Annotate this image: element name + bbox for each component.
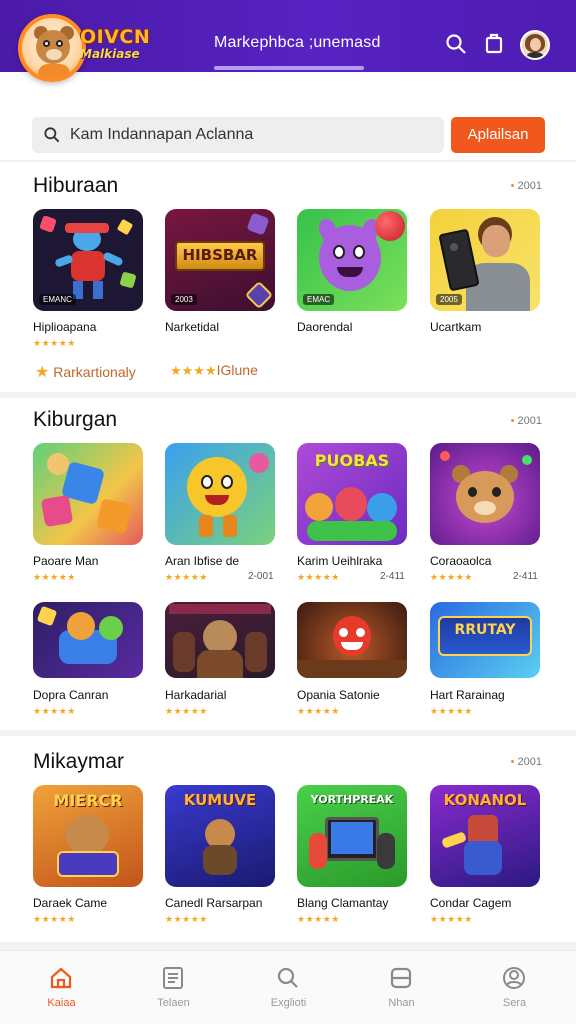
- avatar[interactable]: [520, 30, 550, 60]
- app-rating: ★★★★★: [33, 572, 76, 582]
- app-name[interactable]: Dopra Canran: [33, 688, 108, 702]
- app-icon-tile[interactable]: [33, 602, 143, 678]
- app-icon-tile[interactable]: EMANC: [33, 209, 143, 311]
- home-icon: [48, 965, 74, 991]
- search-icon[interactable]: [444, 32, 468, 56]
- nav-cards[interactable]: Nhan: [344, 951, 459, 1024]
- section-count: • 2001: [510, 415, 542, 427]
- app-rating: ★★★★★: [297, 914, 340, 924]
- nav-explore[interactable]: Exglioti: [231, 951, 346, 1024]
- search-button[interactable]: Aplailsan: [451, 117, 545, 153]
- section-title: Mikaymar: [33, 750, 125, 773]
- app-rating: ★★★★★: [430, 706, 473, 716]
- app-logo[interactable]: [18, 14, 86, 82]
- star-icon: ★: [35, 364, 50, 381]
- app-rating: ★★★★★: [165, 706, 208, 716]
- app-icon-tile[interactable]: HIBSBAR 2003: [165, 209, 275, 311]
- app-name[interactable]: Ucartkam: [430, 320, 481, 334]
- app-downloads: 2-411: [380, 571, 405, 582]
- app-rating: ★★★★★: [165, 572, 208, 582]
- list-icon: [160, 965, 186, 991]
- card-icon: [388, 965, 414, 991]
- app-rating: ★★★★★: [33, 338, 76, 348]
- app-name[interactable]: Opania Satonie: [297, 688, 380, 702]
- app-name[interactable]: Daorendal: [297, 320, 352, 334]
- app-name[interactable]: Blang Clamantay: [297, 896, 388, 910]
- section-count: • 2001: [510, 756, 542, 768]
- app-icon-tile[interactable]: [165, 443, 275, 545]
- app-icon-tile[interactable]: RRUTAY: [430, 602, 540, 678]
- rating-filter[interactable]: ★★★★IGlune: [170, 362, 258, 379]
- section-kiburgan: Kiburgan • 2001 PUOBAS Paoare Man ★★★★★ …: [0, 398, 576, 730]
- app-rating: ★★★★★: [297, 706, 340, 716]
- app-name[interactable]: Karim Ueihlraka: [297, 554, 382, 568]
- app-icon-tile[interactable]: [430, 443, 540, 545]
- featured-link[interactable]: ★ Rarkartionaly: [35, 362, 136, 382]
- app-icon-tile[interactable]: PUOBAS: [297, 443, 407, 545]
- app-icon-tile[interactable]: KONANOL: [430, 785, 540, 887]
- app-name[interactable]: Condar Cagem: [430, 896, 511, 910]
- app-icon-tile[interactable]: [297, 602, 407, 678]
- logo-wordmark: OIVCN Malkiase: [80, 26, 151, 61]
- search-icon: [42, 125, 62, 145]
- app-name[interactable]: Hiplioapana: [33, 320, 96, 334]
- app-icon-tile[interactable]: [165, 602, 275, 678]
- app-name[interactable]: Daraek Came: [33, 896, 107, 910]
- app-name[interactable]: Coraoaolca: [430, 554, 491, 568]
- app-name[interactable]: Hart Rarainag: [430, 688, 505, 702]
- search-icon: [275, 965, 301, 991]
- active-tab-indicator: [214, 66, 364, 70]
- nav-list[interactable]: Telaen: [116, 951, 231, 1024]
- page-title-tab[interactable]: Markephbca ;unemasd: [214, 34, 381, 52]
- app-name[interactable]: Narketidal: [165, 320, 219, 334]
- app-icon-tile[interactable]: [33, 443, 143, 545]
- app-rating: ★★★★★: [297, 572, 340, 582]
- section-hiburaan: Hiburaan • 2001 EMANC HIBSBAR 2003 EMAC: [0, 162, 576, 392]
- bottom-navigation: Kaiaa Telaen Exglioti Nhan Sera: [0, 950, 576, 1024]
- nav-home[interactable]: Kaiaa: [4, 951, 119, 1024]
- app-name[interactable]: Paoare Man: [33, 554, 98, 568]
- app-icon-tile[interactable]: KUMUVE: [165, 785, 275, 887]
- bookmark-icon[interactable]: [482, 32, 506, 56]
- section-title: Hiburaan: [33, 174, 119, 197]
- section-count: • 2001: [510, 180, 542, 192]
- app-icon-tile[interactable]: MIERCR: [33, 785, 143, 887]
- app-downloads: 2-411: [513, 571, 538, 582]
- app-rating: ★★★★★: [430, 914, 473, 924]
- app-downloads: 2-001: [248, 571, 274, 582]
- nav-profile[interactable]: Sera: [457, 951, 572, 1024]
- section-mikaymar: Mikaymar • 2001 MIERCR KUMUVE YORTHPREAK…: [0, 736, 576, 942]
- app-rating: ★★★★★: [33, 706, 76, 716]
- search-input[interactable]: Kam Indannapan Aclanna: [32, 117, 444, 153]
- profile-icon: [501, 965, 527, 991]
- app-icon-tile[interactable]: 2005: [430, 209, 540, 311]
- app-rating: ★★★★★: [33, 914, 76, 924]
- app-rating: ★★★★★: [430, 572, 473, 582]
- app-rating: ★★★★★: [165, 914, 208, 924]
- app-icon-tile[interactable]: EMAC: [297, 209, 407, 311]
- app-name[interactable]: Canedl Rarsarpan: [165, 896, 262, 910]
- search-value: Kam Indannapan Aclanna: [70, 126, 254, 143]
- app-name[interactable]: Aran Ibfise de: [165, 554, 239, 568]
- section-title: Kiburgan: [33, 408, 118, 431]
- app-icon-tile[interactable]: YORTHPREAK: [297, 785, 407, 887]
- app-name[interactable]: Harkadarial: [165, 688, 226, 702]
